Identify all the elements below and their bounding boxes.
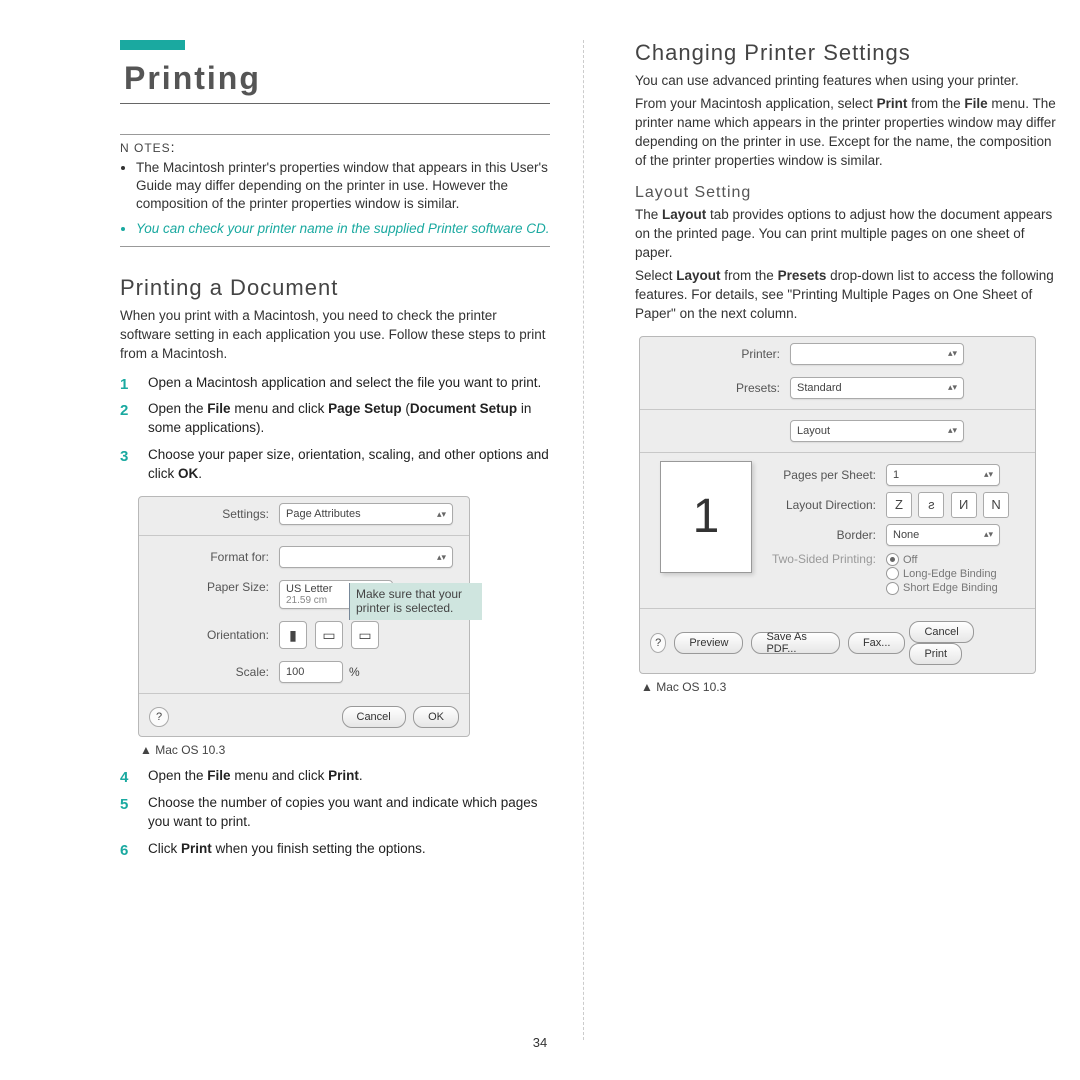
dropdown-icon: ▴▾: [948, 383, 957, 392]
note-item: The Macintosh printer's properties windo…: [136, 159, 550, 214]
body-text: From your Macintosh application, select …: [635, 95, 1065, 171]
dropdown-icon: ▴▾: [948, 349, 957, 358]
rule: [120, 103, 550, 104]
page-setup-dialog: Settings: Page Attributes ▴▾ Format for:…: [138, 496, 470, 737]
scale-label: Scale:: [149, 665, 279, 679]
settings-combo[interactable]: Page Attributes ▴▾: [279, 503, 453, 525]
printer-combo[interactable]: ▴▾: [790, 343, 964, 365]
format-for-combo[interactable]: ▴▾: [279, 546, 453, 568]
body-text: When you print with a Macintosh, you nee…: [120, 307, 550, 364]
left-column: Printing N OTES: The Macintosh printer's…: [120, 40, 550, 867]
two-sided-short-radio[interactable]: [886, 582, 899, 595]
orientation-portrait-button[interactable]: ▮: [279, 621, 307, 649]
ok-button[interactable]: OK: [413, 706, 459, 728]
scale-field[interactable]: 100: [279, 661, 343, 683]
notes-label: N OTES: [120, 141, 171, 155]
body-text: The Layout tab provides options to adjus…: [635, 206, 1065, 263]
steps-list: Open a Macintosh application and select …: [120, 374, 550, 484]
scale-unit: %: [349, 665, 360, 679]
layout-direction-button[interactable]: И: [951, 492, 977, 518]
steps-list-continued: Open the File menu and click Print. Choo…: [120, 767, 550, 859]
border-label: Border:: [766, 528, 886, 542]
two-sided-label: Two-Sided Printing:: [766, 552, 886, 566]
note-item: You can check your printer name in the s…: [136, 220, 550, 238]
notes-list: The Macintosh printer's properties windo…: [120, 159, 550, 238]
dropdown-icon: ▴▾: [984, 470, 993, 479]
presets-label: Presets:: [650, 381, 790, 395]
dropdown-icon: ▴▾: [437, 553, 446, 562]
accent-bar: [120, 40, 185, 50]
body-text: Select Layout from the Presets drop-down…: [635, 267, 1065, 324]
fax-button[interactable]: Fax...: [848, 632, 906, 654]
dropdown-icon: ▴▾: [437, 510, 446, 519]
step-item: Choose the number of copies you want and…: [120, 794, 550, 832]
printer-label: Printer:: [650, 347, 790, 361]
pages-per-sheet-combo[interactable]: 1 ▴▾: [886, 464, 1000, 486]
settings-label: Settings:: [149, 507, 279, 521]
preview-button[interactable]: Preview: [674, 632, 743, 654]
pages-per-sheet-label: Pages per Sheet:: [766, 468, 886, 482]
section-heading: Printing a Document: [120, 275, 550, 301]
printer-callout: Make sure that your printer is selected.: [349, 583, 482, 620]
dropdown-icon: ▴▾: [948, 426, 957, 435]
cancel-button[interactable]: Cancel: [342, 706, 406, 728]
help-button[interactable]: ?: [650, 633, 666, 653]
panel-combo[interactable]: Layout ▴▾: [790, 420, 964, 442]
layout-direction-label: Layout Direction:: [766, 498, 886, 512]
step-item: Open the File menu and click Print.: [120, 767, 550, 786]
orientation-landscape-button[interactable]: ▭: [315, 621, 343, 649]
border-combo[interactable]: None ▴▾: [886, 524, 1000, 546]
layout-preview: 1: [660, 461, 752, 573]
step-item: Open the File menu and click Page Setup …: [120, 400, 550, 438]
orientation-label: Orientation:: [149, 628, 279, 642]
rule: [120, 246, 550, 247]
section-heading: Changing Printer Settings: [635, 40, 1065, 66]
save-as-pdf-button[interactable]: Save As PDF...: [751, 632, 839, 654]
two-sided-long-radio[interactable]: [886, 567, 899, 580]
presets-combo[interactable]: Standard ▴▾: [790, 377, 964, 399]
format-for-label: Format for:: [149, 550, 279, 564]
figure-caption: Mac OS 10.3: [641, 680, 1065, 694]
right-column: Changing Printer Settings You can use ad…: [635, 40, 1065, 704]
paper-size-label: Paper Size:: [149, 580, 279, 594]
figure-caption: Mac OS 10.3: [140, 743, 550, 757]
column-divider: [583, 40, 584, 1040]
page-number: 34: [0, 1035, 1080, 1050]
layout-direction-button[interactable]: N: [983, 492, 1009, 518]
dropdown-icon: ▴▾: [984, 530, 993, 539]
layout-direction-button[interactable]: Z: [886, 492, 912, 518]
print-button[interactable]: Print: [909, 643, 962, 665]
page-title: Printing: [120, 60, 550, 97]
step-item: Choose your paper size, orientation, sca…: [120, 446, 550, 484]
subsection-heading: Layout Setting: [635, 184, 1065, 202]
step-item: Open a Macintosh application and select …: [120, 374, 550, 393]
orientation-reverse-button[interactable]: ▭: [351, 621, 379, 649]
rule: [120, 134, 550, 135]
layout-direction-button[interactable]: ƨ: [918, 492, 944, 518]
cancel-button[interactable]: Cancel: [909, 621, 973, 643]
print-layout-dialog: Printer: ▴▾ Presets: Standard ▴▾ Layout …: [639, 336, 1036, 674]
help-button[interactable]: ?: [149, 707, 169, 727]
step-item: Click Print when you finish setting the …: [120, 840, 550, 859]
body-text: You can use advanced printing features w…: [635, 72, 1065, 91]
two-sided-off-radio[interactable]: [886, 553, 899, 566]
